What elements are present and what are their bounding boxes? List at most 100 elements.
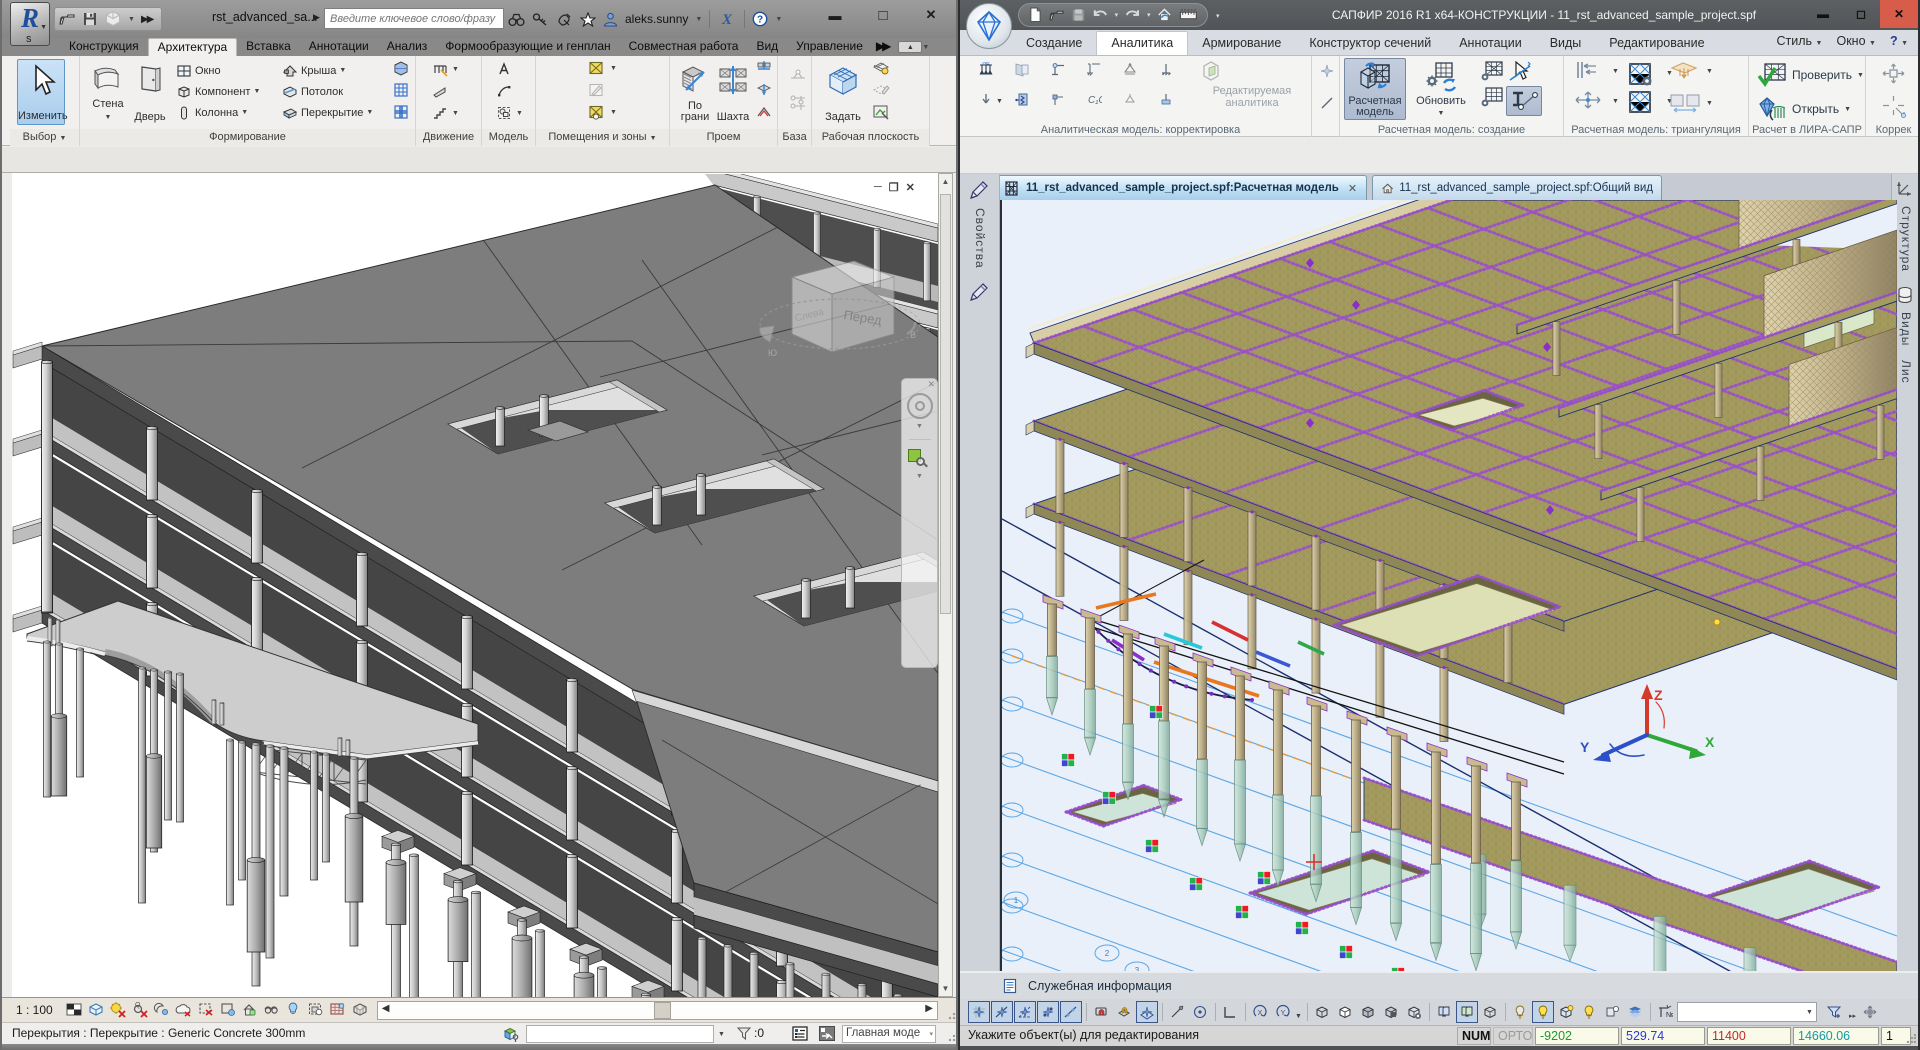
vertical-scrollbar-thumb[interactable] — [940, 194, 951, 614]
grid-cube-button[interactable] — [1482, 1004, 1498, 1020]
properties-strip-label[interactable]: Свойства — [973, 208, 987, 269]
dormer-button[interactable] — [756, 104, 772, 120]
curtain-grid-button[interactable] — [393, 82, 409, 98]
room-separator-icon[interactable] — [588, 82, 604, 98]
dropdown-icon[interactable]: ▼ — [610, 109, 617, 116]
diag-line-icon[interactable] — [1320, 96, 1334, 110]
snap-line-button[interactable] — [991, 1001, 1013, 1023]
tabs-overflow-icon[interactable]: ▶▶ — [872, 37, 892, 56]
scroll-right-icon[interactable]: ▶ — [925, 1003, 933, 1014]
dropdown-icon[interactable]: ▼ — [1844, 106, 1851, 113]
dropdown-icon[interactable]: ▼ — [1706, 68, 1713, 75]
tri-tool-0[interactable] — [1574, 60, 1604, 80]
sync-icon[interactable] — [1156, 6, 1173, 24]
set-workplane-icon[interactable] — [826, 65, 860, 95]
visual-style-button[interactable] — [109, 1001, 128, 1018]
new-file-icon[interactable] — [1028, 6, 1043, 24]
ibeam-button[interactable] — [1506, 86, 1542, 116]
pin-bot-icon[interactable] — [1086, 62, 1102, 77]
component-button[interactable]: Компонент ▼ — [176, 83, 260, 100]
dropdown-icon[interactable]: ▼ — [1612, 68, 1619, 75]
pin-bot-icon[interactable] — [1086, 62, 1102, 77]
opening-byface-button[interactable]: По грани — [676, 59, 714, 125]
tri-tool-2[interactable] — [1668, 60, 1702, 82]
revit-tab-8[interactable]: Управление — [787, 37, 872, 56]
sapfir-maximize-button[interactable]: ◻ — [1842, 0, 1880, 28]
exchange-apps-icon[interactable]: X — [717, 11, 737, 27]
filter-apply-button[interactable] — [1823, 1001, 1845, 1023]
pin-top-icon[interactable] — [1050, 62, 1066, 77]
structure-strip-label[interactable]: Структура — [1899, 206, 1913, 272]
service-info-icon[interactable] — [1002, 978, 1018, 994]
view-wireframe-button[interactable] — [1314, 1004, 1330, 1020]
model-group-icon[interactable] — [496, 105, 512, 121]
sapfir-tab-5[interactable]: Виды — [1536, 32, 1596, 55]
worksets-icon[interactable] — [501, 1025, 520, 1043]
ceiling-icon[interactable] — [282, 84, 298, 100]
view-settings-button[interactable] — [1406, 1004, 1422, 1020]
truss-sup-icon[interactable] — [1122, 62, 1138, 77]
revit-tab-4[interactable]: Анализ — [378, 37, 437, 56]
floor-button[interactable]: Перекрытие ▼ — [282, 104, 373, 121]
scroll-up-icon[interactable]: ▲ — [939, 177, 952, 186]
user-dropdown-icon[interactable]: ▼ — [695, 16, 702, 23]
stairs-button[interactable] — [432, 105, 448, 121]
dropdown-icon[interactable]: ▾ — [1115, 11, 1119, 19]
zoom-icon[interactable] — [908, 449, 928, 468]
dropdown-icon[interactable]: ▼ — [1612, 98, 1619, 105]
dropdown-icon[interactable]: ▼ — [610, 65, 617, 72]
grid-cube-button[interactable] — [1479, 1001, 1501, 1023]
sapfir-logo-icon[interactable] — [972, 9, 1006, 43]
shadows-button[interactable] — [153, 1001, 172, 1018]
window-icon[interactable] — [176, 63, 192, 79]
dropdown-icon[interactable]: ▼ — [1806, 1009, 1813, 1016]
workplane-viewer-icon[interactable] — [872, 104, 890, 120]
ceiling-button[interactable]: Потолок — [282, 83, 343, 100]
render-button[interactable] — [175, 1001, 196, 1020]
truss-sup-icon[interactable] — [1122, 62, 1138, 77]
analytical-toggle-button[interactable] — [351, 1001, 372, 1020]
dropdown-icon[interactable]: ▼ — [1857, 72, 1864, 79]
light-off-button[interactable] — [1509, 1001, 1531, 1023]
edit-workplane-button[interactable] — [872, 82, 890, 98]
dropdown-icon[interactable]: ▼ — [1706, 100, 1713, 107]
dormer-opening-icon[interactable] — [756, 104, 772, 120]
qat-dropdown-icon[interactable]: ▼ — [128, 16, 135, 23]
view-settings-button[interactable] — [1403, 1001, 1425, 1023]
view-close-icon[interactable]: ✕ — [906, 181, 915, 194]
circulation[interactable]: Движение — [416, 129, 481, 146]
rooms[interactable]: Помещения и зоны ▼ — [536, 129, 669, 146]
show-workplane-button[interactable] — [872, 60, 890, 76]
magnet-object-button[interactable] — [1116, 1004, 1132, 1020]
sapfir-tab-3[interactable]: Конструктор сечений — [1295, 32, 1445, 55]
revit-tab-0[interactable]: Конструкция — [60, 37, 148, 56]
layers-button[interactable] — [1627, 1004, 1643, 1020]
revit-close-button[interactable]: ✕ — [920, 7, 942, 23]
revit-tab-7[interactable]: Вид — [747, 37, 787, 56]
door-icon[interactable] — [135, 64, 165, 94]
vertical-opening-button[interactable] — [756, 82, 772, 98]
cube-light-button[interactable] — [1558, 1004, 1574, 1020]
dropdown-icon[interactable]: ▾ — [1147, 11, 1151, 19]
ramp-button[interactable] — [432, 83, 448, 99]
select[interactable]: Выбор ▼ — [10, 129, 79, 146]
sapfir-tab-4[interactable]: Аннотации — [1445, 32, 1535, 55]
current-view-button[interactable] — [1455, 1001, 1478, 1023]
search-icon[interactable] — [508, 12, 525, 27]
cursor-split-icon[interactable] — [1508, 60, 1534, 84]
build[interactable]: Формирование — [80, 129, 415, 146]
title-arrow-icon[interactable]: ▶ — [313, 12, 320, 23]
ortho-corner-button[interactable] — [1222, 1004, 1238, 1020]
model-views-button[interactable] — [1433, 1001, 1455, 1023]
filter-apply-button[interactable] — [1826, 1004, 1842, 1020]
loads-icon[interactable]: № — [978, 62, 994, 77]
view-shaded-edges-button[interactable] — [1380, 1001, 1402, 1023]
column-button[interactable]: Колонна ▼ — [176, 104, 248, 121]
temp-hide-button[interactable] — [285, 1001, 306, 1020]
render-button[interactable] — [175, 1001, 194, 1018]
revit-maximize-button[interactable]: □ — [872, 7, 894, 24]
shaft-opening-icon[interactable] — [716, 64, 750, 96]
design-option-combobox[interactable]: Главная моде ▾ — [842, 1025, 936, 1043]
mullion-icon[interactable] — [393, 104, 409, 120]
model-views-button[interactable] — [1436, 1004, 1452, 1020]
